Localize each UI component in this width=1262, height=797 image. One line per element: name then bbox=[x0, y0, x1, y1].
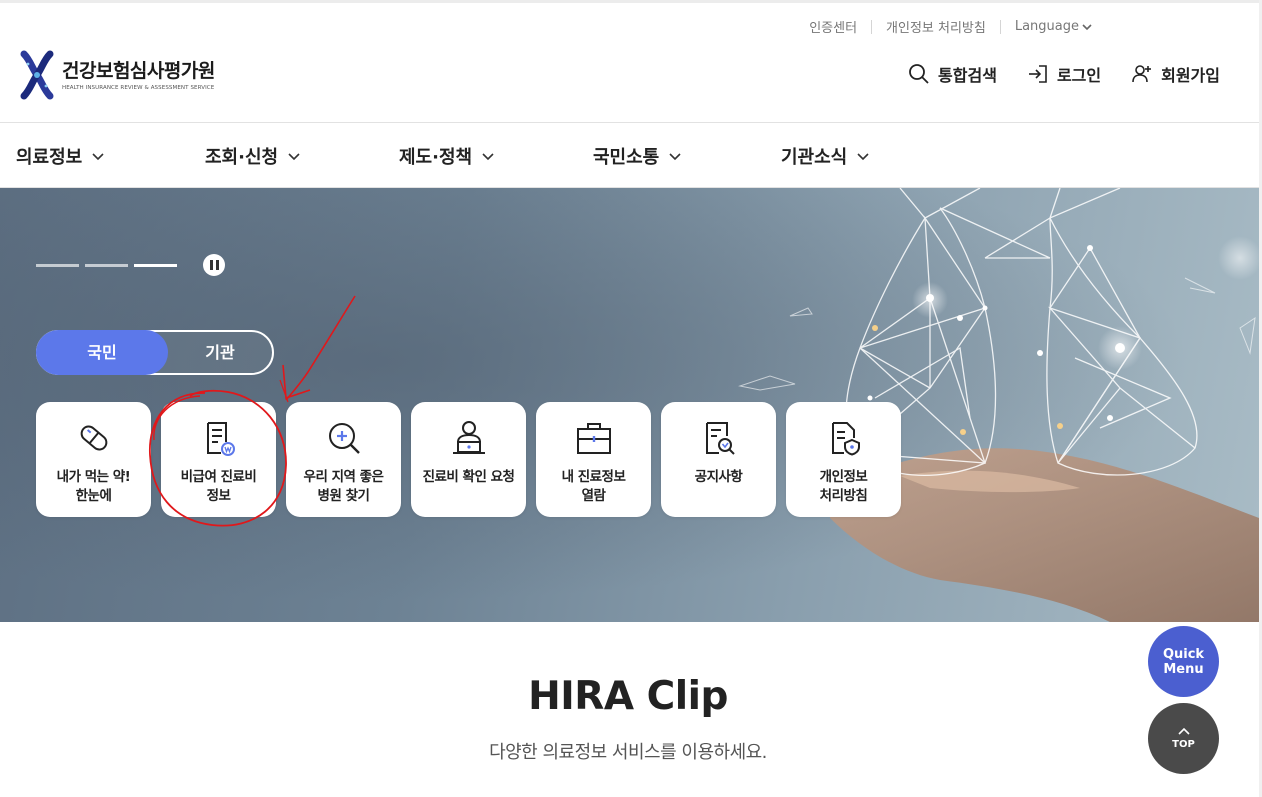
nav-item-label: 국민소통 bbox=[593, 147, 660, 168]
search-icon bbox=[909, 64, 929, 84]
card-my-medical-records[interactable]: 내 진료정보 열람 bbox=[536, 402, 651, 517]
card-fee-verification[interactable]: 진료비 확인 요청 bbox=[411, 402, 526, 517]
card-notices[interactable]: 공지사항 bbox=[661, 402, 776, 517]
nav-item-label: 조회·신청 bbox=[205, 147, 279, 168]
magnifier-plus-icon bbox=[328, 423, 360, 454]
chevron-up-icon bbox=[1177, 727, 1190, 735]
pause-icon bbox=[209, 260, 213, 270]
card-privacy-policy[interactable]: 개인정보 처리방침 bbox=[786, 402, 901, 517]
card-label: 공지사항 bbox=[694, 469, 743, 485]
card-label: 우리 지역 좋은 병원 찾기 bbox=[303, 469, 384, 504]
hero-banner: 국민 기관 내가 먹는 약! 한눈에 비급여 진료비 정보 우리 지역 좋은 병… bbox=[0, 188, 1259, 622]
scroll-to-top-button[interactable]: TOP bbox=[1148, 703, 1219, 774]
language-selector[interactable]: Language bbox=[1015, 19, 1092, 34]
document-search-icon bbox=[705, 422, 735, 455]
nav-item-label: 의료정보 bbox=[16, 147, 83, 168]
signup-label: 회원가입 bbox=[1161, 66, 1220, 85]
chevron-down-icon bbox=[92, 153, 104, 161]
nav-item-inquiry-apply[interactable]: 조회·신청 bbox=[205, 143, 300, 169]
card-label: 개인정보 처리방침 bbox=[819, 469, 868, 504]
document-shield-icon bbox=[831, 422, 860, 456]
divider bbox=[999, 19, 1001, 34]
nav-item-label: 제도·정책 bbox=[399, 147, 473, 168]
chevron-down-icon bbox=[1082, 23, 1092, 30]
person-laptop-icon bbox=[452, 421, 485, 454]
nav-item-agency-news[interactable]: 기관소식 bbox=[781, 143, 869, 169]
site-logo[interactable]: 건강보험심사평가원 HEALTH INSURANCE REVIEW & ASSE… bbox=[20, 50, 215, 100]
divider bbox=[871, 19, 873, 34]
toggle-institution[interactable]: 기관 bbox=[166, 330, 274, 375]
privacy-policy-link[interactable]: 개인정보 처리방침 bbox=[886, 17, 986, 36]
quick-menu-label-line1: Quick bbox=[1162, 646, 1205, 662]
top-border bbox=[0, 0, 1262, 3]
chevron-down-icon bbox=[288, 153, 300, 161]
briefcase-icon bbox=[576, 423, 611, 454]
global-navigation: 의료정보 조회·신청 제도·정책 국민소통 기관소식 bbox=[0, 122, 1262, 188]
card-my-medication[interactable]: 내가 먹는 약! 한눈에 bbox=[36, 402, 151, 517]
slide-indicator[interactable] bbox=[36, 263, 79, 267]
search-label: 통합검색 bbox=[938, 66, 997, 85]
nav-item-medical-info[interactable]: 의료정보 bbox=[16, 143, 104, 169]
card-label: 진료비 확인 요청 bbox=[422, 469, 515, 485]
language-label: Language bbox=[1014, 19, 1079, 34]
chevron-down-icon bbox=[482, 153, 494, 161]
pill-icon bbox=[80, 425, 107, 451]
slide-indicator-active[interactable] bbox=[134, 263, 177, 267]
logo-name-en: HEALTH INSURANCE REVIEW & ASSESSMENT SER… bbox=[62, 85, 215, 91]
top-label: TOP bbox=[1172, 739, 1195, 750]
nav-item-public-communication[interactable]: 국민소통 bbox=[593, 143, 681, 169]
slide-indicator[interactable] bbox=[85, 263, 128, 267]
utility-links: 인증센터 개인정보 처리방침 Language bbox=[809, 17, 1092, 36]
search-button[interactable]: 통합검색 bbox=[908, 62, 997, 86]
card-find-good-hospital[interactable]: 우리 지역 좋은 병원 찾기 bbox=[286, 402, 401, 517]
card-non-covered-fees[interactable]: 비급여 진료비 정보 bbox=[161, 402, 276, 517]
quick-menu-label-line2: Menu bbox=[1163, 661, 1204, 677]
quick-menu-button[interactable]: Quick Menu bbox=[1148, 626, 1219, 697]
login-button[interactable]: 로그인 bbox=[1027, 62, 1101, 86]
card-label: 내 진료정보 열람 bbox=[561, 469, 626, 504]
section-title: HIRA Clip bbox=[528, 674, 728, 719]
cert-center-link[interactable]: 인증센터 bbox=[809, 17, 857, 36]
pause-button[interactable] bbox=[203, 254, 225, 276]
user-plus-icon bbox=[1132, 65, 1152, 83]
card-label: 비급여 진료비 정보 bbox=[180, 469, 257, 504]
logo-name-kr: 건강보험심사평가원 bbox=[62, 60, 215, 82]
quick-service-cards: 내가 먹는 약! 한눈에 비급여 진료비 정보 우리 지역 좋은 병원 찾기 진… bbox=[36, 402, 901, 517]
section-subtitle: 다양한 의료정보 서비스를 이용하세요. bbox=[489, 742, 767, 763]
login-label: 로그인 bbox=[1056, 66, 1102, 85]
nav-item-system-policy[interactable]: 제도·정책 bbox=[399, 143, 494, 169]
audience-toggle: 국민 기관 bbox=[36, 330, 274, 375]
won-document-icon bbox=[206, 422, 235, 456]
signup-button[interactable]: 회원가입 bbox=[1131, 62, 1220, 86]
nav-item-label: 기관소식 bbox=[781, 147, 848, 168]
chevron-down-icon bbox=[669, 153, 681, 161]
login-icon bbox=[1028, 65, 1047, 83]
chevron-down-icon bbox=[857, 153, 869, 161]
toggle-citizen[interactable]: 국민 bbox=[36, 330, 168, 375]
header-actions: 통합검색 로그인 회원가입 bbox=[908, 62, 1220, 86]
slider-pager bbox=[36, 254, 225, 276]
card-label: 내가 먹는 약! 한눈에 bbox=[56, 469, 131, 504]
hira-logo-icon bbox=[20, 50, 54, 100]
